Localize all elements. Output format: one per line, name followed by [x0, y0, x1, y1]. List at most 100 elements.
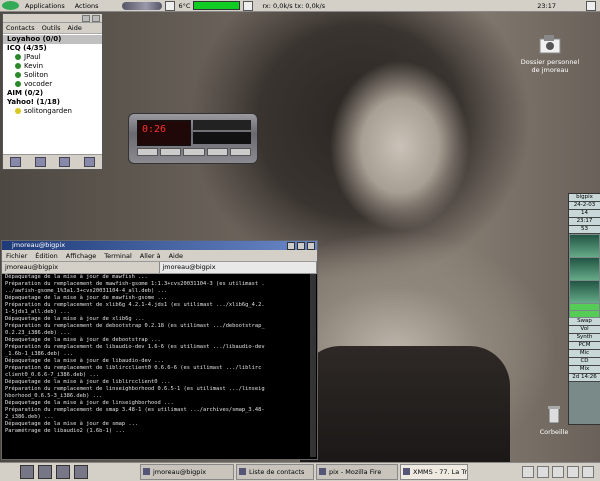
xmms-time-display: 0:26: [137, 120, 191, 146]
close-icon[interactable]: [582, 466, 594, 478]
task-terminal[interactable]: jmoreau@bigpix: [140, 464, 234, 480]
terminal-line: Préparation du remplacement de mawfish-g…: [5, 281, 265, 287]
terminal-line: Dépaquetage de la mise à jour de libaudi…: [5, 358, 165, 364]
browser-launcher-icon[interactable]: [38, 465, 52, 479]
contact-group-aim[interactable]: AIM (0/2): [3, 89, 102, 98]
menu-outils[interactable]: Outils: [42, 24, 61, 32]
task-mozilla[interactable]: pix - Mozilla Fire: [316, 464, 398, 480]
workspace-icon[interactable]: [537, 466, 549, 478]
gnome-foot-icon[interactable]: [2, 1, 19, 10]
xmms-time: 0:26: [142, 124, 167, 135]
terminal-line: Préparation du remplacement de smap 3.48…: [5, 407, 265, 413]
wallpaper-figure: [300, 346, 510, 466]
fish-applet-icon[interactable]: [122, 1, 163, 10]
terminal-launcher-icon[interactable]: [20, 465, 34, 479]
menu-aide[interactable]: Aide: [169, 252, 183, 260]
workspace-icon[interactable]: [522, 466, 534, 478]
proc-graph: [570, 258, 599, 280]
menu-aller-a[interactable]: Aller à: [140, 252, 161, 260]
pause-button[interactable]: [183, 148, 205, 156]
files-launcher-icon[interactable]: [56, 465, 70, 479]
panel-menu: Applications Actions: [2, 1, 102, 10]
contacts-window: Contacts Outils Aide Loyahoo (0/0) ICQ (…: [2, 13, 103, 170]
status-icon[interactable]: [59, 157, 71, 167]
xmms-player[interactable]: 0:26: [128, 113, 258, 164]
close-icon[interactable]: [92, 14, 100, 22]
terminal-tab-2[interactable]: jmoreau@bigpix: [159, 262, 317, 273]
contact-group-loyahoo[interactable]: Loyahoo (0/0): [3, 35, 102, 44]
monitor-time: 23:17: [569, 218, 600, 226]
terminal-titlebar[interactable]: jmoreau@bigpix: [2, 241, 317, 250]
task-label: jmoreau@bigpix: [153, 468, 207, 476]
terminal-line: Dépaquetage de la mise à jour de mawfish…: [5, 295, 168, 301]
monitor-label[interactable]: Mix: [569, 366, 600, 374]
monitor-icon: [243, 0, 254, 11]
panel-applets: 6°C rx: 0,0k/s tx: 0,0k/s: [122, 0, 325, 11]
close-icon[interactable]: [307, 242, 315, 250]
bottom-taskbar: jmoreau@bigpix Liste de contacts pix - M…: [0, 462, 600, 481]
terminal-tabs: jmoreau@bigpix jmoreau@bigpix: [2, 261, 317, 274]
contacts-titlebar[interactable]: [3, 14, 102, 23]
terminal-line: Dépaquetage de la mise à jour de smap ..…: [5, 421, 139, 427]
contact-group-yahoo[interactable]: Yahoo! (1/18): [3, 98, 102, 107]
disk-meter: [570, 304, 599, 310]
workspace-icon[interactable]: [567, 466, 579, 478]
trash-glyph-icon: [548, 406, 560, 424]
applications-menu[interactable]: Applications: [21, 2, 69, 10]
chat-icon[interactable]: [9, 157, 21, 167]
home-folder-icon[interactable]: Dossier personnel de jmoreau: [518, 34, 582, 74]
terminal-scrollbar[interactable]: [310, 274, 316, 457]
cpu-meter: [193, 1, 241, 10]
menu-edition[interactable]: Édition: [35, 252, 58, 260]
xmms-spectrum: [193, 132, 251, 144]
monitor-label[interactable]: Mic: [569, 350, 600, 358]
editor-launcher-icon[interactable]: [74, 465, 88, 479]
stop-button[interactable]: [206, 148, 228, 156]
contact-group-icq[interactable]: ICQ (4/35): [3, 44, 102, 53]
monitor-label[interactable]: PCM: [569, 342, 600, 350]
launchers: [20, 465, 140, 479]
menu-contacts[interactable]: Contacts: [6, 24, 35, 32]
terminal-line: ../awfish-gsome_1%3a1.3+cvs20031104-4_al…: [5, 288, 168, 294]
menu-affichage[interactable]: Affichage: [66, 252, 97, 260]
menu-aide[interactable]: Aide: [67, 24, 81, 32]
contact-kevin[interactable]: Kevin: [3, 62, 102, 71]
terminal-line: Préparation du remplacement de linseighb…: [5, 386, 265, 392]
away-icon[interactable]: [84, 157, 96, 167]
minimize-icon[interactable]: [82, 14, 90, 22]
next-button[interactable]: [229, 148, 252, 156]
task-label: XMMS - 77. La Tr: [413, 468, 468, 476]
contact-vocoder[interactable]: vocoder: [3, 80, 102, 89]
contact-label: Yahoo! (1/18): [7, 98, 60, 106]
panel-clock[interactable]: 23:17: [537, 2, 556, 10]
monitor-label[interactable]: CD: [569, 358, 600, 366]
terminal-output[interactable]: Dépaquetage de la mise à jour de mawfish…: [5, 274, 308, 457]
contact-label: Kevin: [24, 62, 44, 70]
terminal-line: Préparation du remplacement de libaudio-…: [5, 344, 265, 350]
menu-fichier[interactable]: Fichier: [6, 252, 27, 260]
monitor-label[interactable]: Synth: [569, 334, 600, 342]
prev-button[interactable]: [137, 148, 159, 156]
contact-jpaul[interactable]: JPaul: [3, 53, 102, 62]
contact-soliton[interactable]: Soliton: [3, 71, 102, 80]
maximize-icon[interactable]: [297, 242, 305, 250]
search-icon[interactable]: [34, 157, 46, 167]
minimize-icon[interactable]: [287, 242, 295, 250]
task-label: Liste de contacts: [249, 468, 305, 476]
monitor-label[interactable]: Vol: [569, 326, 600, 334]
terminal-tab-1[interactable]: jmoreau@bigpix: [2, 262, 160, 273]
panel-close-icon[interactable]: [586, 0, 596, 11]
play-button[interactable]: [160, 148, 182, 156]
menu-terminal[interactable]: Terminal: [104, 252, 131, 260]
online-icon: [15, 81, 21, 87]
terminal-line: Préparation du remplacement de xlib6g 4.…: [5, 302, 265, 308]
terminal-line: Dépaquetage de la mise à jour de mawfish…: [5, 274, 148, 280]
task-xmms[interactable]: XMMS - 77. La Tr: [400, 464, 468, 480]
monitor-label: Swap: [569, 318, 600, 326]
xmms-controls: [137, 148, 252, 156]
workspace-icon[interactable]: [552, 466, 564, 478]
actions-menu[interactable]: Actions: [71, 2, 103, 10]
task-contacts[interactable]: Liste de contacts: [236, 464, 314, 480]
contact-label: solitongarden: [24, 107, 72, 115]
contact-solitongarden[interactable]: solitongarden: [3, 107, 102, 116]
